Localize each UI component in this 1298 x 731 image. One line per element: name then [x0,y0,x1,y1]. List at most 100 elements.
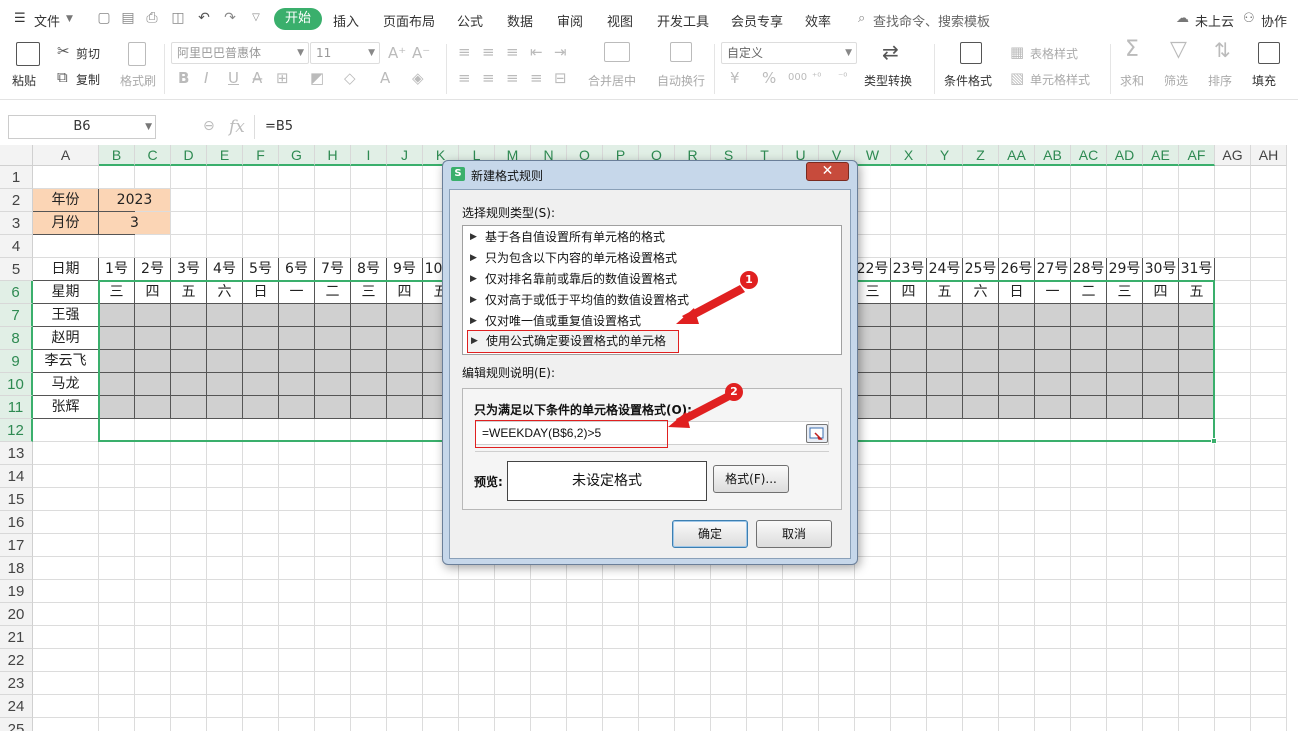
cell[interactable] [243,327,279,350]
cell[interactable] [423,718,459,731]
cell[interactable] [639,718,675,731]
column-header[interactable]: H [315,145,351,166]
cell[interactable] [855,212,891,235]
cell[interactable] [1251,350,1287,373]
type-convert-button[interactable]: 类型转换 [864,72,912,89]
cell[interactable] [1071,396,1107,419]
filter-button[interactable]: 筛选 [1164,72,1188,89]
cell[interactable]: 二 [1071,281,1107,304]
cell[interactable] [1251,396,1287,419]
cell[interactable] [279,718,315,731]
cell[interactable] [1179,373,1215,396]
cell[interactable] [891,373,927,396]
cell[interactable] [1215,281,1251,304]
cell[interactable] [1143,511,1179,534]
cell[interactable] [855,672,891,695]
cell[interactable] [171,511,207,534]
cell[interactable] [1035,718,1071,731]
cell[interactable] [279,235,315,258]
cell[interactable] [135,373,171,396]
row-header[interactable]: 13 [0,442,33,465]
cell[interactable] [1215,396,1251,419]
cell[interactable] [675,718,711,731]
cell[interactable] [891,718,927,731]
align-bottom-icon[interactable]: ≡ [506,44,519,60]
cell[interactable] [1179,649,1215,672]
cell[interactable] [1179,534,1215,557]
close-button[interactable]: ✕ [806,162,849,181]
column-header[interactable]: AH [1251,145,1287,166]
cell[interactable] [243,373,279,396]
hamburger-icon[interactable]: ☰ [14,11,26,26]
cell[interactable] [33,649,99,672]
cell[interactable] [567,580,603,603]
cell[interactable] [279,580,315,603]
cell[interactable] [1107,442,1143,465]
cell[interactable]: 三 [351,281,387,304]
cell[interactable] [243,649,279,672]
cell[interactable] [495,580,531,603]
cell[interactable] [927,649,963,672]
cell[interactable] [675,695,711,718]
cell[interactable]: 星期 [33,281,99,304]
cell[interactable] [243,718,279,731]
decimal-increase-icon[interactable]: ⁺⁰ [812,70,821,86]
cell[interactable] [567,695,603,718]
cell[interactable] [1035,350,1071,373]
cell[interactable] [351,626,387,649]
cell[interactable] [207,327,243,350]
cell[interactable] [99,672,135,695]
cell[interactable] [387,235,423,258]
fill-color-icon[interactable]: ◇ [344,70,356,86]
cell[interactable] [999,534,1035,557]
fill-icon[interactable] [1258,42,1280,64]
justify-icon[interactable]: ≡ [530,70,543,86]
cell[interactable] [135,350,171,373]
cell[interactable] [423,695,459,718]
cell[interactable] [279,419,315,442]
cell[interactable] [855,718,891,731]
cell[interactable] [675,626,711,649]
cell[interactable] [1179,212,1215,235]
cell[interactable] [279,373,315,396]
cell[interactable] [315,327,351,350]
cell[interactable] [99,465,135,488]
cell[interactable] [531,695,567,718]
cell[interactable] [603,672,639,695]
cell-style-button[interactable]: 单元格样式 [1030,71,1090,88]
cell[interactable] [1251,718,1287,731]
cell[interactable] [279,189,315,212]
cell[interactable] [927,626,963,649]
percent-icon[interactable]: % [762,70,776,86]
cell[interactable] [1071,304,1107,327]
cell[interactable] [1107,511,1143,534]
cell[interactable] [1035,189,1071,212]
cell[interactable] [1251,649,1287,672]
cell[interactable] [711,580,747,603]
cell[interactable] [711,672,747,695]
cell[interactable] [351,557,387,580]
cell[interactable] [207,465,243,488]
cell[interactable] [963,649,999,672]
cell[interactable] [783,672,819,695]
cell[interactable] [207,166,243,189]
cell[interactable] [1071,235,1107,258]
cell[interactable] [855,626,891,649]
cell[interactable] [1215,488,1251,511]
file-menu[interactable]: 文件 [34,11,60,30]
cell[interactable] [855,603,891,626]
cell[interactable] [891,235,927,258]
cell[interactable] [1035,580,1071,603]
cell[interactable] [603,580,639,603]
merge-center-icon[interactable] [604,42,630,62]
thousands-icon[interactable]: 000 [788,70,807,86]
cell[interactable] [1215,189,1251,212]
cell[interactable] [1107,373,1143,396]
cell[interactable] [999,649,1035,672]
cell[interactable] [855,327,891,350]
dialog-titlebar[interactable]: S 新建格式规则 ✕ [443,161,857,187]
cell[interactable] [279,166,315,189]
row-header[interactable]: 23 [0,672,33,695]
cell[interactable] [999,304,1035,327]
cell[interactable] [171,396,207,419]
